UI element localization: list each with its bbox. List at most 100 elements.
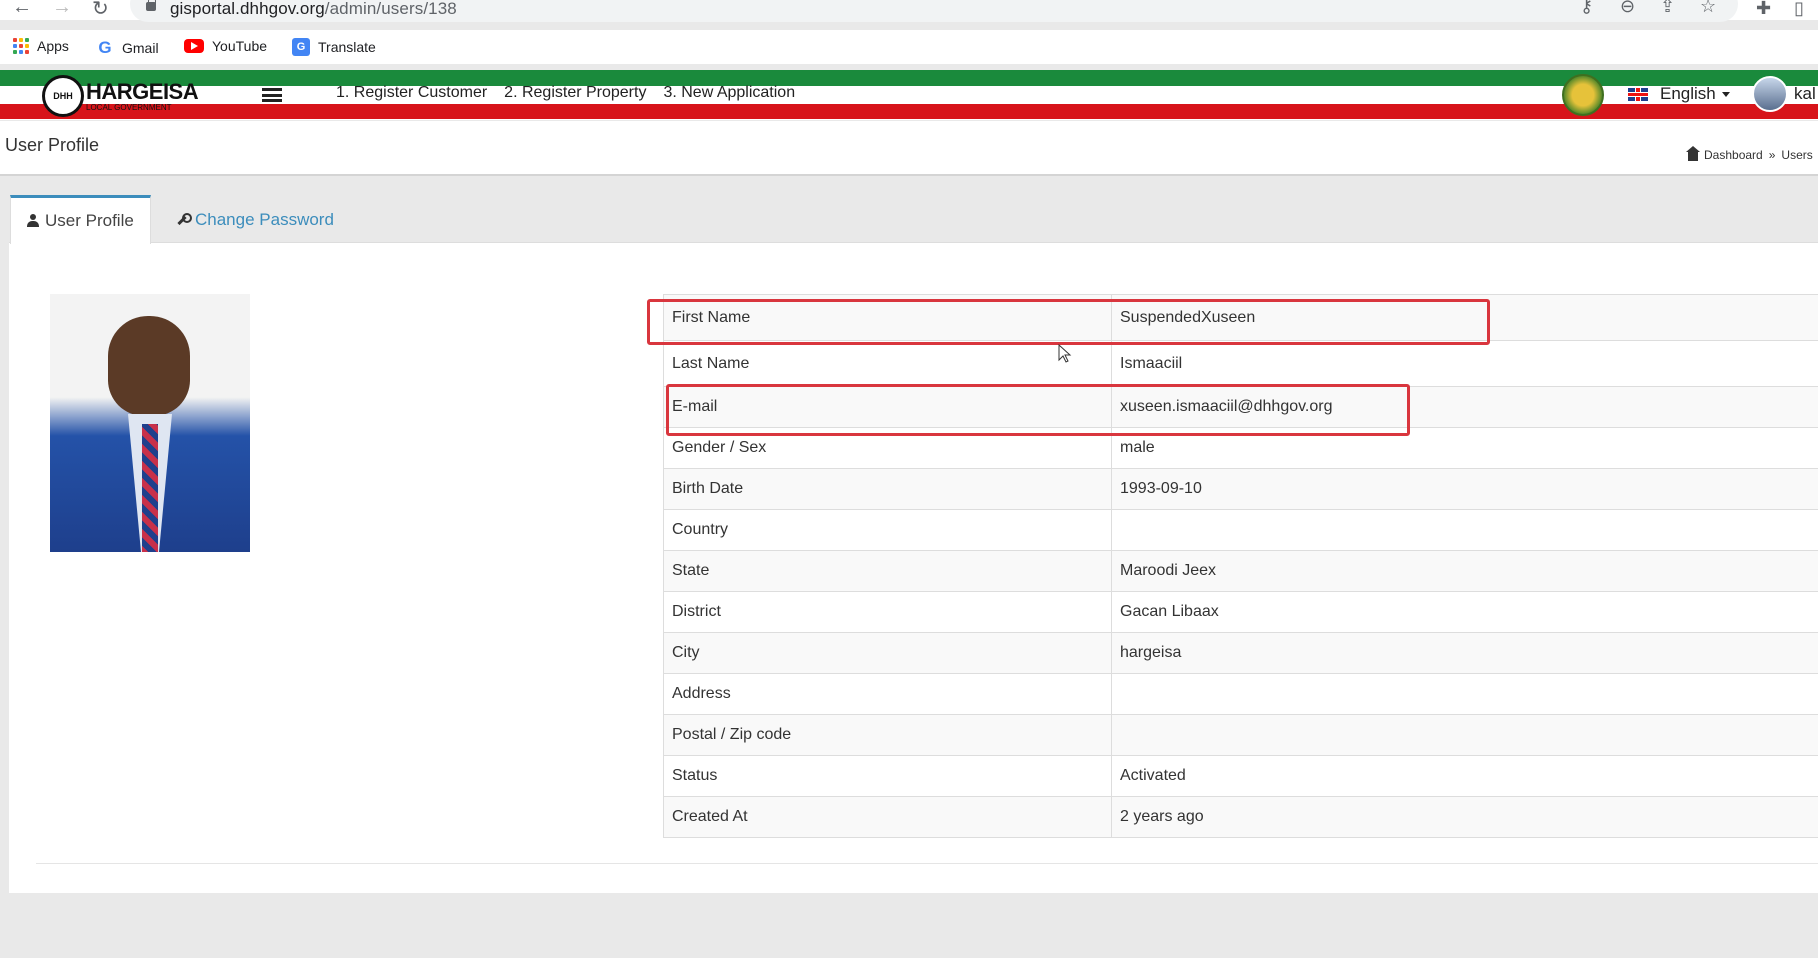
home-icon — [1686, 145, 1700, 161]
field-value: xuseen.ismaaciil@dhhgov.org — [1111, 386, 1818, 428]
field-value: Maroodi Jeex — [1111, 550, 1818, 592]
zoom-out-icon[interactable]: ⊖ — [1620, 0, 1635, 17]
field-value: Activated — [1111, 755, 1818, 797]
tab-change-password[interactable]: Change Password — [159, 195, 350, 244]
logo-subtitle: LOCAL GOVERNMENT — [86, 102, 172, 112]
table-row: Address — [663, 673, 1818, 715]
wrench-icon — [175, 212, 192, 227]
content-panel: User Profile Change Password First Name … — [9, 193, 1818, 893]
divider — [36, 863, 1818, 864]
field-label: Created At — [663, 796, 1112, 838]
breadcrumb-users[interactable]: Users — [1781, 148, 1812, 162]
field-label: Address — [663, 673, 1112, 715]
table-row: Gender / Sex male — [663, 427, 1818, 469]
field-label: E-mail — [663, 386, 1112, 428]
address-bar[interactable]: gisportal.dhhgov.org/admin/users/138 ⚷ ⊖… — [130, 0, 1738, 22]
profile-table: First Name SuspendedXuseen Last Name Ism… — [663, 294, 1818, 838]
nav-register-property[interactable]: 2. Register Property — [504, 84, 646, 102]
field-label: City — [663, 632, 1112, 674]
bookmark-label: Apps — [37, 38, 69, 54]
field-label: First Name — [663, 294, 1112, 341]
field-value: Ismaaciil — [1111, 340, 1818, 387]
flag-stripe-green — [0, 70, 1818, 86]
side-panel-icon[interactable]: ▯ — [1794, 0, 1804, 19]
google-icon: G — [98, 38, 112, 57]
page-title-bar: User Profile Dashboard » Users — [0, 121, 1818, 176]
field-label: Gender / Sex — [663, 427, 1112, 469]
field-label: Status — [663, 755, 1112, 797]
share-icon[interactable]: ⇪ — [1660, 0, 1675, 17]
field-value: 2 years ago — [1111, 796, 1818, 838]
national-emblem-icon — [1562, 74, 1604, 116]
table-row: Country — [663, 509, 1818, 551]
nav-new-application[interactable]: 3. New Application — [663, 84, 795, 102]
bookmark-translate[interactable]: G Translate — [292, 38, 376, 56]
field-value: hargeisa — [1111, 632, 1818, 674]
field-value — [1111, 714, 1818, 756]
field-value — [1111, 673, 1818, 715]
table-row: E-mail xuseen.ismaaciil@dhhgov.org — [663, 386, 1818, 428]
tabs-bar: User Profile Change Password — [9, 193, 1818, 244]
bookmarks-bar: Apps G Gmail YouTube G Translate — [0, 30, 1818, 64]
field-label: Country — [663, 509, 1112, 551]
field-value: SuspendedXuseen — [1111, 294, 1818, 341]
tab-label: Change Password — [195, 209, 334, 229]
uk-flag-icon — [1628, 87, 1648, 101]
flag-stripe-red — [0, 104, 1818, 119]
mouse-cursor-icon — [1058, 344, 1072, 363]
field-label: Last Name — [663, 340, 1112, 387]
language-dropdown[interactable]: English — [1628, 84, 1730, 104]
table-row: Postal / Zip code — [663, 714, 1818, 756]
table-row: State Maroodi Jeex — [663, 550, 1818, 592]
tab-label: User Profile — [45, 211, 134, 230]
page-title: User Profile — [5, 135, 100, 155]
field-label: Birth Date — [663, 468, 1112, 510]
bookmark-apps[interactable]: Apps — [13, 38, 69, 54]
field-label: State — [663, 550, 1112, 592]
field-value: male — [1111, 427, 1818, 469]
hamburger-menu-icon[interactable] — [262, 88, 282, 102]
field-value — [1111, 509, 1818, 551]
key-icon[interactable]: ⚷ — [1580, 0, 1593, 17]
bookmark-label: YouTube — [212, 38, 268, 54]
table-row: Last Name Ismaaciil — [663, 340, 1818, 387]
language-label: English — [1660, 84, 1716, 103]
table-row: Status Activated — [663, 755, 1818, 797]
reload-icon[interactable]: ↻ — [92, 0, 109, 21]
table-row: Created At 2 years ago — [663, 796, 1818, 838]
back-arrow-icon[interactable]: ← — [12, 0, 32, 19]
field-label: District — [663, 591, 1112, 633]
translate-icon: G — [292, 38, 310, 56]
bookmark-label: Gmail — [122, 40, 159, 56]
site-logo[interactable]: DHH HARGEISA LOCAL GOVERNMENT — [42, 75, 199, 117]
field-value: Gacan Libaax — [1111, 591, 1818, 633]
logo-mark: DHH — [42, 75, 84, 117]
extensions-icon[interactable]: ✚ — [1756, 0, 1771, 19]
table-row: Birth Date 1993-09-10 — [663, 468, 1818, 510]
tab-user-profile[interactable]: User Profile — [10, 195, 151, 244]
bookmark-gmail[interactable]: G Gmail — [96, 38, 159, 58]
user-name[interactable]: kal — [1794, 84, 1816, 104]
lock-icon — [146, 0, 156, 11]
table-row: First Name SuspendedXuseen — [663, 294, 1818, 341]
url-text: gisportal.dhhgov.org/admin/users/138 — [170, 0, 457, 18]
breadcrumb: Dashboard » Users — [1686, 145, 1813, 162]
nav-register-customer[interactable]: 1. Register Customer — [336, 84, 487, 102]
forward-arrow-icon[interactable]: → — [52, 0, 72, 19]
bookmark-label: Translate — [318, 39, 376, 55]
youtube-icon — [184, 39, 204, 53]
app-header: DHH HARGEISA LOCAL GOVERNMENT 1. Registe… — [0, 70, 1818, 120]
avatar[interactable] — [1752, 76, 1788, 112]
breadcrumb-separator: » — [1768, 148, 1776, 162]
top-nav: 1. Register Customer 2. Register Propert… — [336, 84, 795, 102]
browser-toolbar: ← → ↻ gisportal.dhhgov.org/admin/users/1… — [0, 0, 1818, 22]
user-icon — [27, 214, 39, 228]
table-row: City hargeisa — [663, 632, 1818, 674]
profile-photo — [50, 294, 250, 552]
field-value: 1993-09-10 — [1111, 468, 1818, 510]
star-icon[interactable]: ☆ — [1700, 0, 1716, 17]
bookmark-youtube[interactable]: YouTube — [184, 38, 267, 54]
logo-title: HARGEISA — [86, 78, 199, 104]
breadcrumb-dashboard[interactable]: Dashboard — [1704, 148, 1763, 162]
table-row: District Gacan Libaax — [663, 591, 1818, 633]
